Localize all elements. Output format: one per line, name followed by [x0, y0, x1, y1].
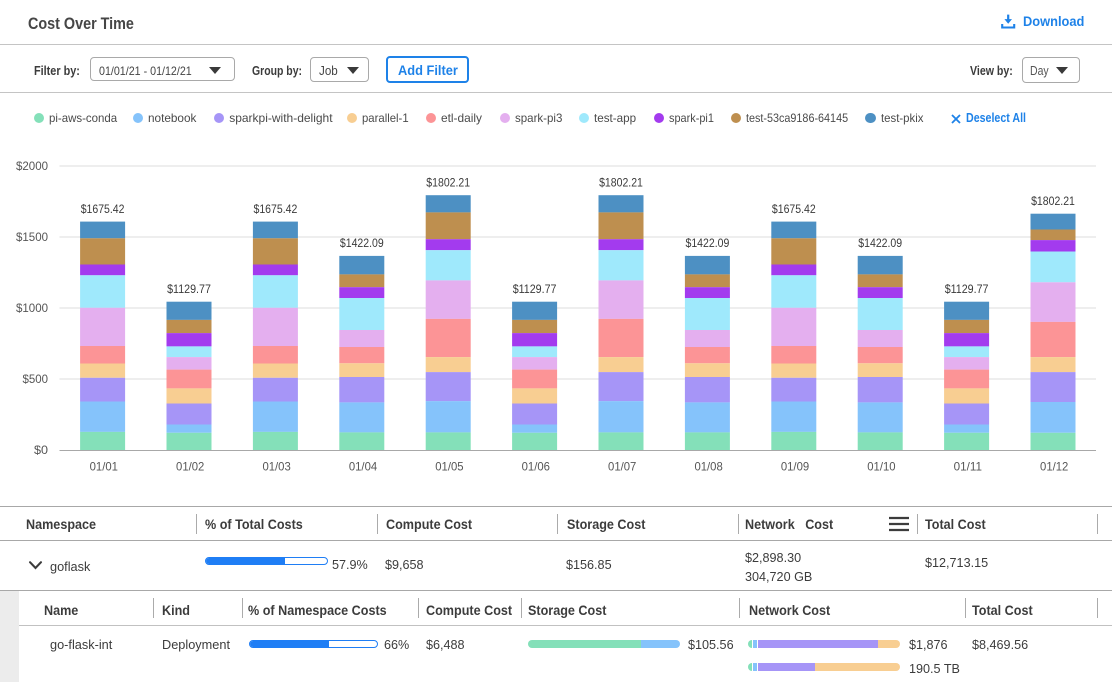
svg-text:01/07: 01/07 — [608, 460, 636, 473]
svg-text:$500: $500 — [23, 373, 49, 386]
svg-text:01/05: 01/05 — [435, 460, 464, 473]
svg-text:$1129.77: $1129.77 — [945, 282, 989, 296]
svg-text:01/02: 01/02 — [176, 460, 204, 473]
svg-text:$1675.42: $1675.42 — [81, 202, 125, 216]
svg-text:01/03: 01/03 — [262, 460, 290, 473]
svg-text:$1802.21: $1802.21 — [1031, 194, 1075, 208]
svg-text:01/04: 01/04 — [349, 460, 378, 473]
svg-text:$1422.09: $1422.09 — [340, 236, 384, 250]
svg-text:$1675.42: $1675.42 — [772, 202, 816, 216]
svg-text:01/11: 01/11 — [954, 460, 982, 473]
svg-text:$2000: $2000 — [16, 160, 48, 173]
svg-text:$1000: $1000 — [16, 302, 48, 315]
svg-text:01/09: 01/09 — [781, 460, 809, 473]
svg-text:$0: $0 — [34, 444, 49, 457]
svg-text:$1422.09: $1422.09 — [858, 236, 902, 250]
svg-text:$1802.21: $1802.21 — [426, 176, 470, 190]
svg-text:$1129.77: $1129.77 — [513, 282, 557, 296]
svg-text:$1422.09: $1422.09 — [686, 236, 730, 250]
svg-text:01/08: 01/08 — [694, 460, 722, 473]
svg-text:01/10: 01/10 — [867, 460, 896, 473]
svg-text:01/01: 01/01 — [90, 460, 118, 473]
svg-text:$1675.42: $1675.42 — [254, 202, 298, 216]
svg-text:01/12: 01/12 — [1040, 460, 1068, 473]
svg-text:$1802.21: $1802.21 — [599, 176, 643, 190]
svg-text:01/06: 01/06 — [522, 460, 550, 473]
svg-text:$1129.77: $1129.77 — [167, 282, 211, 296]
svg-text:$1500: $1500 — [16, 231, 48, 244]
